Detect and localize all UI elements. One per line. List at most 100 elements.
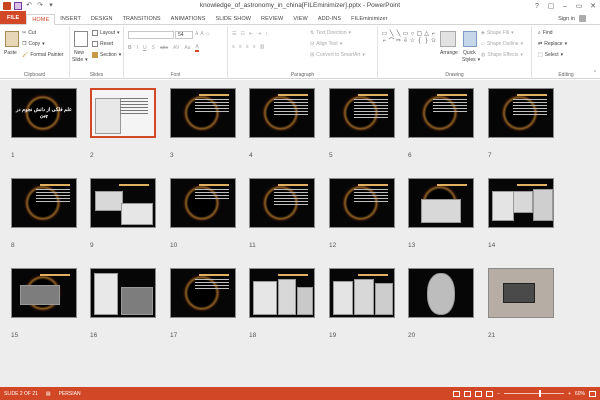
undo-icon[interactable]: ↶ <box>25 2 33 10</box>
slide-thumbnail-1[interactable]: علم فلکی از دانش نجوم در چین <box>11 88 77 138</box>
tab-home[interactable]: HOME <box>26 14 56 25</box>
reading-view-icon[interactable] <box>475 390 483 397</box>
underline-icon[interactable]: U <box>143 45 147 51</box>
curve-shape-icon[interactable]: ⌒ <box>388 37 395 45</box>
format-painter-button[interactable]: 🖌 Format Painter <box>22 52 63 58</box>
clear-format-icon[interactable]: ◇ <box>206 31 210 37</box>
triangle-shape-icon[interactable]: △ <box>423 30 430 37</box>
slide-thumbnail-2[interactable] <box>90 88 156 138</box>
slide-thumbnail-10[interactable] <box>170 178 236 228</box>
arrange-icon[interactable] <box>440 31 456 47</box>
tab-transitions[interactable]: TRANSITIONS <box>118 13 166 24</box>
change-case-icon[interactable]: Aa <box>184 45 190 51</box>
italic-icon[interactable]: I <box>137 45 138 51</box>
cut-button[interactable]: ✂ Cut <box>22 30 36 36</box>
align-left-icon[interactable]: ≡ <box>232 44 235 50</box>
tab-design[interactable]: DESIGN <box>86 13 118 24</box>
oval-shape-icon[interactable]: ○ <box>409 30 416 37</box>
font-color-icon[interactable]: A <box>195 44 199 52</box>
line-spacing-icon[interactable]: ↕ <box>265 31 268 37</box>
shape-fill-button[interactable]: ◈ Shape Fill ▾ <box>481 30 514 36</box>
text-direction-button[interactable]: ⇅ Text Direction ▾ <box>310 30 351 36</box>
shapes-gallery[interactable]: ▭ ╲ ╲ ▭ ○ ▢ △ ⌐ ⌐ ⌒ ⇨ ⇩ ☆ { } ✩ <box>381 30 437 46</box>
rectangle-shape-icon[interactable]: ▭ <box>402 30 409 37</box>
new-slide-dropdown[interactable]: Slide ▾ <box>72 57 88 63</box>
quick-styles-dropdown[interactable]: Styles ▾ <box>462 57 480 63</box>
section-button[interactable]: Section ▾ <box>92 52 121 58</box>
customize-qat-icon[interactable]: ▾ <box>47 2 55 10</box>
slide-thumbnail-14[interactable] <box>488 178 554 228</box>
slide-thumbnail-20[interactable] <box>408 268 474 318</box>
help-button[interactable]: ? <box>530 0 544 12</box>
arrange-button[interactable]: Arrange <box>440 50 458 56</box>
shape-outline-button[interactable]: ▱ Shape Outline ▾ <box>481 41 523 47</box>
paste-icon[interactable] <box>5 31 19 47</box>
shape-effects-button[interactable]: ◍ Shape Effects ▾ <box>481 52 523 58</box>
line-shape-icon[interactable]: ╲ <box>395 30 402 37</box>
columns-icon[interactable]: ▥ <box>260 44 265 50</box>
increase-indent-icon[interactable]: ⇥ <box>257 31 261 37</box>
slide-thumbnail-5[interactable] <box>329 88 395 138</box>
normal-view-icon[interactable] <box>453 390 461 397</box>
shrink-font-icon[interactable]: A <box>200 31 203 37</box>
textbox-shape-icon[interactable]: ▭ <box>381 30 388 37</box>
copy-button[interactable]: ❐ Copy ▾ <box>22 41 45 47</box>
new-slide-button[interactable]: New <box>74 50 84 56</box>
paste-button[interactable]: Paste <box>4 50 17 56</box>
tab-slide-show[interactable]: SLIDE SHOW <box>211 13 257 24</box>
justify-icon[interactable]: ≡ <box>253 44 256 50</box>
layout-button[interactable]: Layout ▾ <box>92 30 120 36</box>
quick-styles-icon[interactable] <box>463 31 477 47</box>
zoom-level[interactable]: 60% <box>575 391 585 397</box>
bullets-icon[interactable]: ☰ <box>232 31 236 37</box>
ribbon-display-button[interactable]: ▢ <box>544 0 558 12</box>
slide-thumbnail-17[interactable] <box>170 268 236 318</box>
tab-file[interactable]: FILE <box>0 11 27 24</box>
star-shape-icon[interactable]: ☆ <box>409 37 416 44</box>
slide-thumbnail-4[interactable] <box>249 88 315 138</box>
shadow-icon[interactable]: S <box>152 45 155 51</box>
copy-dropdown-icon[interactable]: ▾ <box>42 41 45 47</box>
slide-thumbnail-11[interactable] <box>249 178 315 228</box>
slide-thumbnail-21[interactable] <box>488 268 554 318</box>
zoom-in-icon[interactable]: + <box>568 391 571 397</box>
tab-insert[interactable]: INSERT <box>55 13 86 24</box>
char-spacing-icon[interactable]: AV <box>173 45 179 51</box>
slide-thumbnail-16[interactable] <box>90 268 156 318</box>
sign-in-link[interactable]: Sign in <box>558 16 575 22</box>
tab-review[interactable]: REVIEW <box>256 13 288 24</box>
slide-thumbnail-9[interactable] <box>90 178 156 228</box>
brace-shape-icon[interactable]: } <box>423 37 430 44</box>
rect-shape-icon[interactable]: ▢ <box>416 30 423 37</box>
replace-button[interactable]: ⇄ Replace ▾ <box>538 41 567 47</box>
zoom-slider-thumb[interactable] <box>539 390 542 397</box>
elbow-shape-icon[interactable]: ⌐ <box>381 37 388 44</box>
tab-view[interactable]: VIEW <box>288 13 312 24</box>
align-center-icon[interactable]: ≡ <box>239 44 242 50</box>
select-button[interactable]: ⬚ Select ▾ <box>538 52 563 58</box>
minimize-button[interactable]: – <box>558 0 572 12</box>
slide-thumbnail-3[interactable] <box>170 88 236 138</box>
tab-add-ins[interactable]: ADD-INS <box>313 13 346 24</box>
slide-sorter-view-icon[interactable] <box>464 390 472 397</box>
slide-thumbnail-6[interactable] <box>408 88 474 138</box>
numbering-icon[interactable]: ☷ <box>240 31 244 37</box>
quick-styles-button[interactable]: Quick <box>463 50 476 56</box>
tab-animations[interactable]: ANIMATIONS <box>166 13 211 24</box>
zoom-slider[interactable] <box>504 390 565 397</box>
slide-show-view-icon[interactable] <box>486 390 494 397</box>
fit-to-window-icon[interactable] <box>589 390 596 397</box>
arrow-shape-icon[interactable]: ⇩ <box>402 37 409 44</box>
arrow-shape-icon[interactable]: ⇨ <box>395 37 402 44</box>
proofing-icon[interactable]: ▤ <box>46 391 51 397</box>
strikethrough-icon[interactable]: abc <box>160 45 168 51</box>
connector-shape-icon[interactable]: ⌐ <box>430 30 437 37</box>
align-right-icon[interactable]: ≡ <box>246 44 249 50</box>
slide-sorter[interactable]: علم فلکی از دانش نجوم در چین 1 2 3 4 5 6… <box>0 80 600 387</box>
save-icon[interactable] <box>14 2 22 10</box>
decrease-indent-icon[interactable]: ⇤ <box>249 31 253 37</box>
restore-button[interactable]: ▭ <box>572 0 586 12</box>
slide-thumbnail-8[interactable] <box>11 178 77 228</box>
star-shape-icon[interactable]: ✩ <box>430 37 437 44</box>
slide-thumbnail-15[interactable] <box>11 268 77 318</box>
